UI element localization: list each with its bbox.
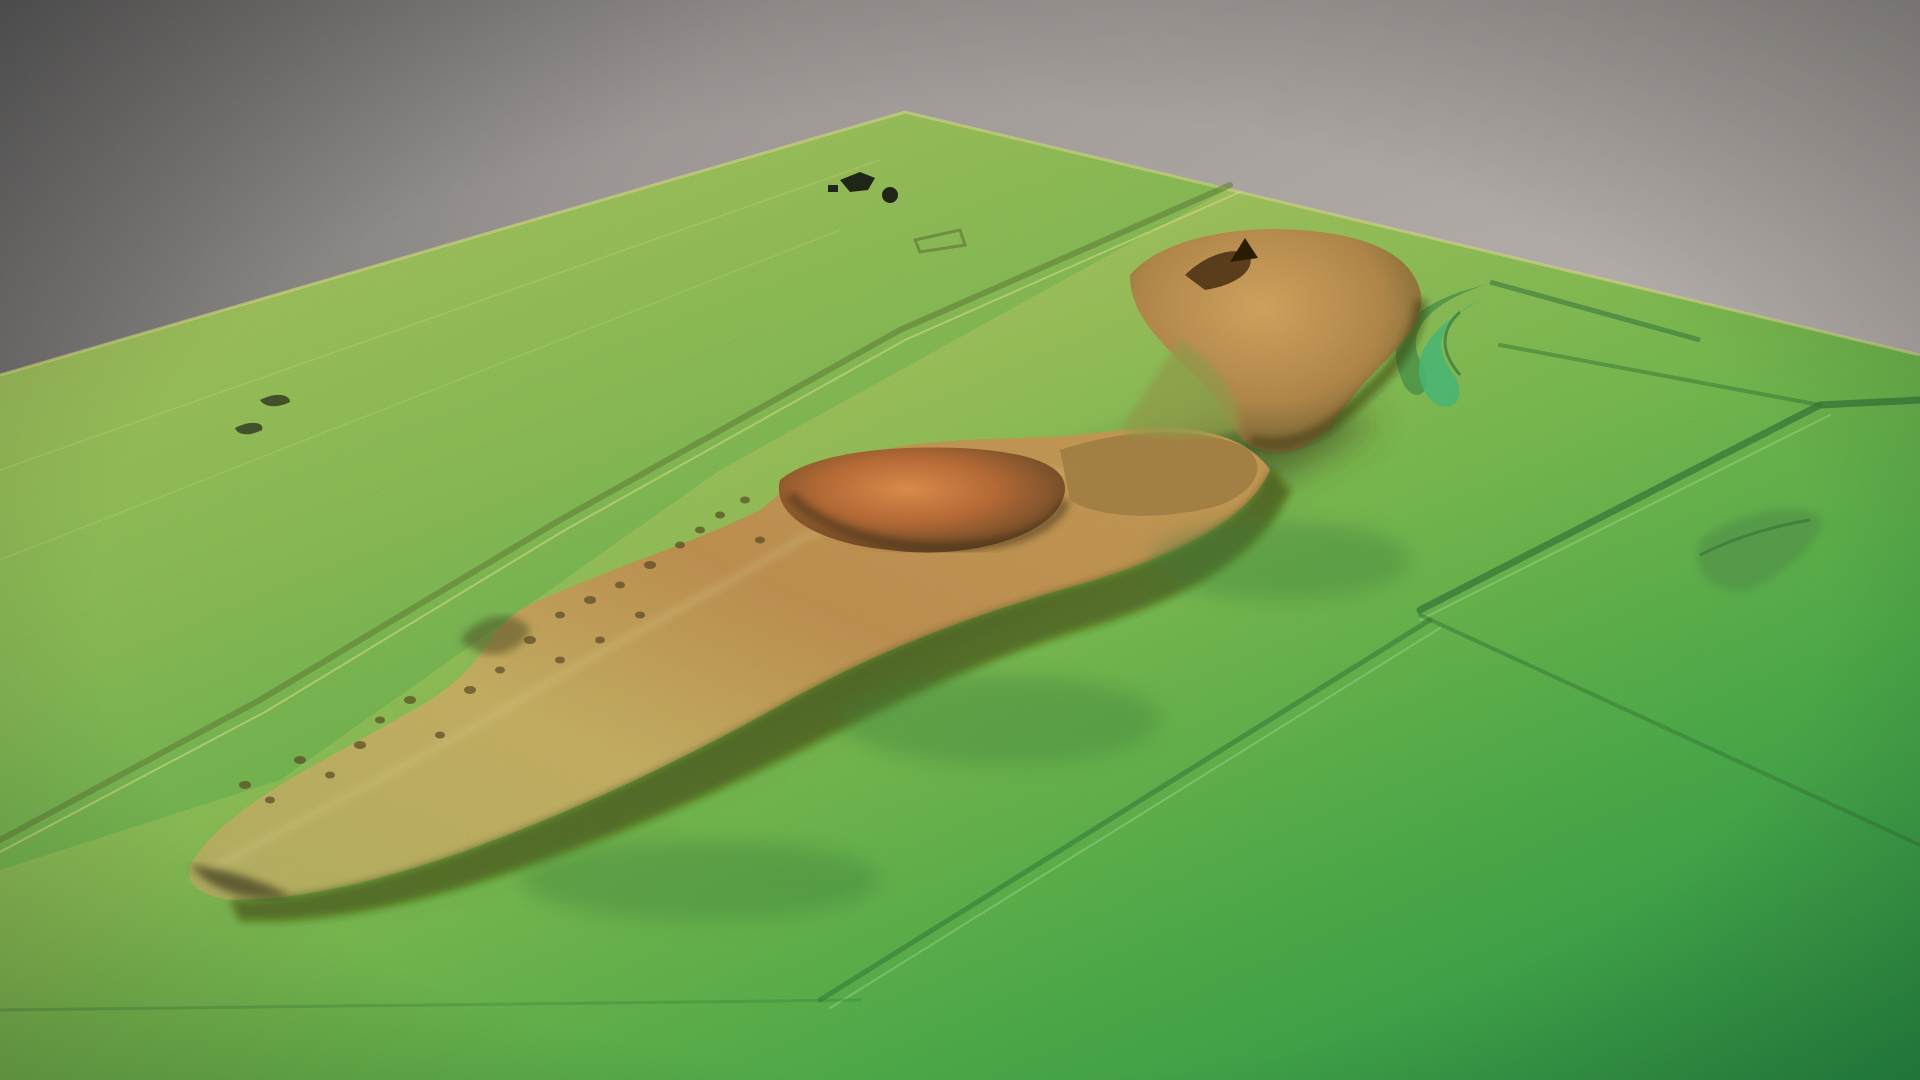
terrain-scene xyxy=(0,0,1920,1080)
vignette xyxy=(0,0,1920,1080)
